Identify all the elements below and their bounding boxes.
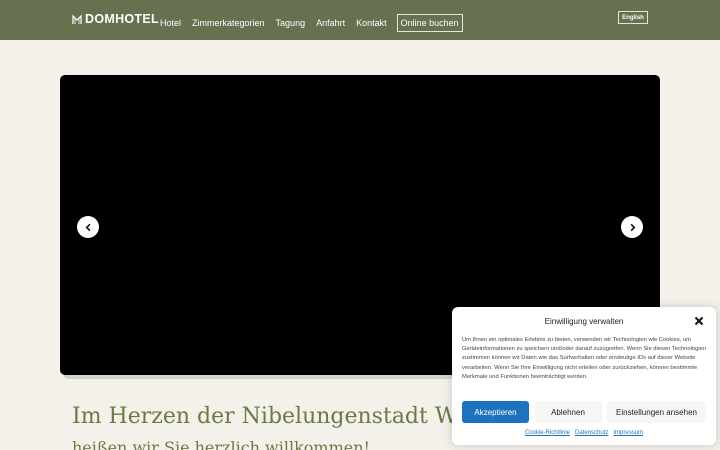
nav-item-anfahrt[interactable]: Anfahrt	[316, 18, 345, 28]
domhotel-logo-icon	[72, 14, 82, 24]
nav-item-tagung[interactable]: Tagung	[276, 18, 306, 28]
consent-text: Um Ihnen ein optimales Erlebnis zu biete…	[462, 337, 707, 380]
slider-prev-button[interactable]	[77, 216, 99, 238]
accept-button[interactable]: Akzeptieren	[462, 401, 529, 423]
chevron-left-icon	[85, 223, 90, 231]
online-booking-button[interactable]: Online buchen	[396, 14, 463, 32]
nav-item-kontakt[interactable]: Kontakt	[356, 18, 387, 28]
consent-title: Einwilligung verwalten	[544, 317, 624, 326]
slider-next-button[interactable]	[621, 216, 643, 238]
logo-text: DOMHOTEL	[85, 12, 159, 26]
main-nav: Hotel Zimmerkategorien Tagung Anfahrt Ko…	[160, 14, 474, 32]
chevron-right-icon	[630, 223, 635, 231]
cookie-policy-link[interactable]: Cookie-Richtlinie	[525, 430, 570, 436]
deny-button[interactable]: Ablehnen	[534, 401, 602, 423]
site-logo[interactable]: DOMHOTEL	[72, 12, 159, 26]
nav-item-hotel[interactable]: Hotel	[160, 18, 181, 28]
imprint-link[interactable]: Impressum	[613, 430, 643, 436]
view-settings-button[interactable]: Einstellungen ansehen	[607, 401, 706, 423]
page-subtitle: heißen wir Sie herzlich willkommen!	[72, 438, 370, 450]
privacy-link[interactable]: Datenschutz	[575, 430, 608, 436]
consent-button-row: Akzeptieren Ablehnen Einstellungen anseh…	[462, 401, 706, 423]
language-switch-button[interactable]: English	[618, 11, 648, 24]
cookie-consent-dialog: Einwilligung verwalten Um Ihnen ein opti…	[452, 307, 716, 445]
page-title: Im Herzen der Nibelungenstadt Worms	[72, 404, 512, 429]
close-icon[interactable]	[693, 315, 705, 327]
site-header: DOMHOTEL Hotel Zimmerkategorien Tagung A…	[0, 0, 720, 40]
nav-item-zimmerkategorien[interactable]: Zimmerkategorien	[192, 18, 265, 28]
consent-links: Cookie-Richtlinie Datenschutz Impressum	[452, 430, 716, 436]
